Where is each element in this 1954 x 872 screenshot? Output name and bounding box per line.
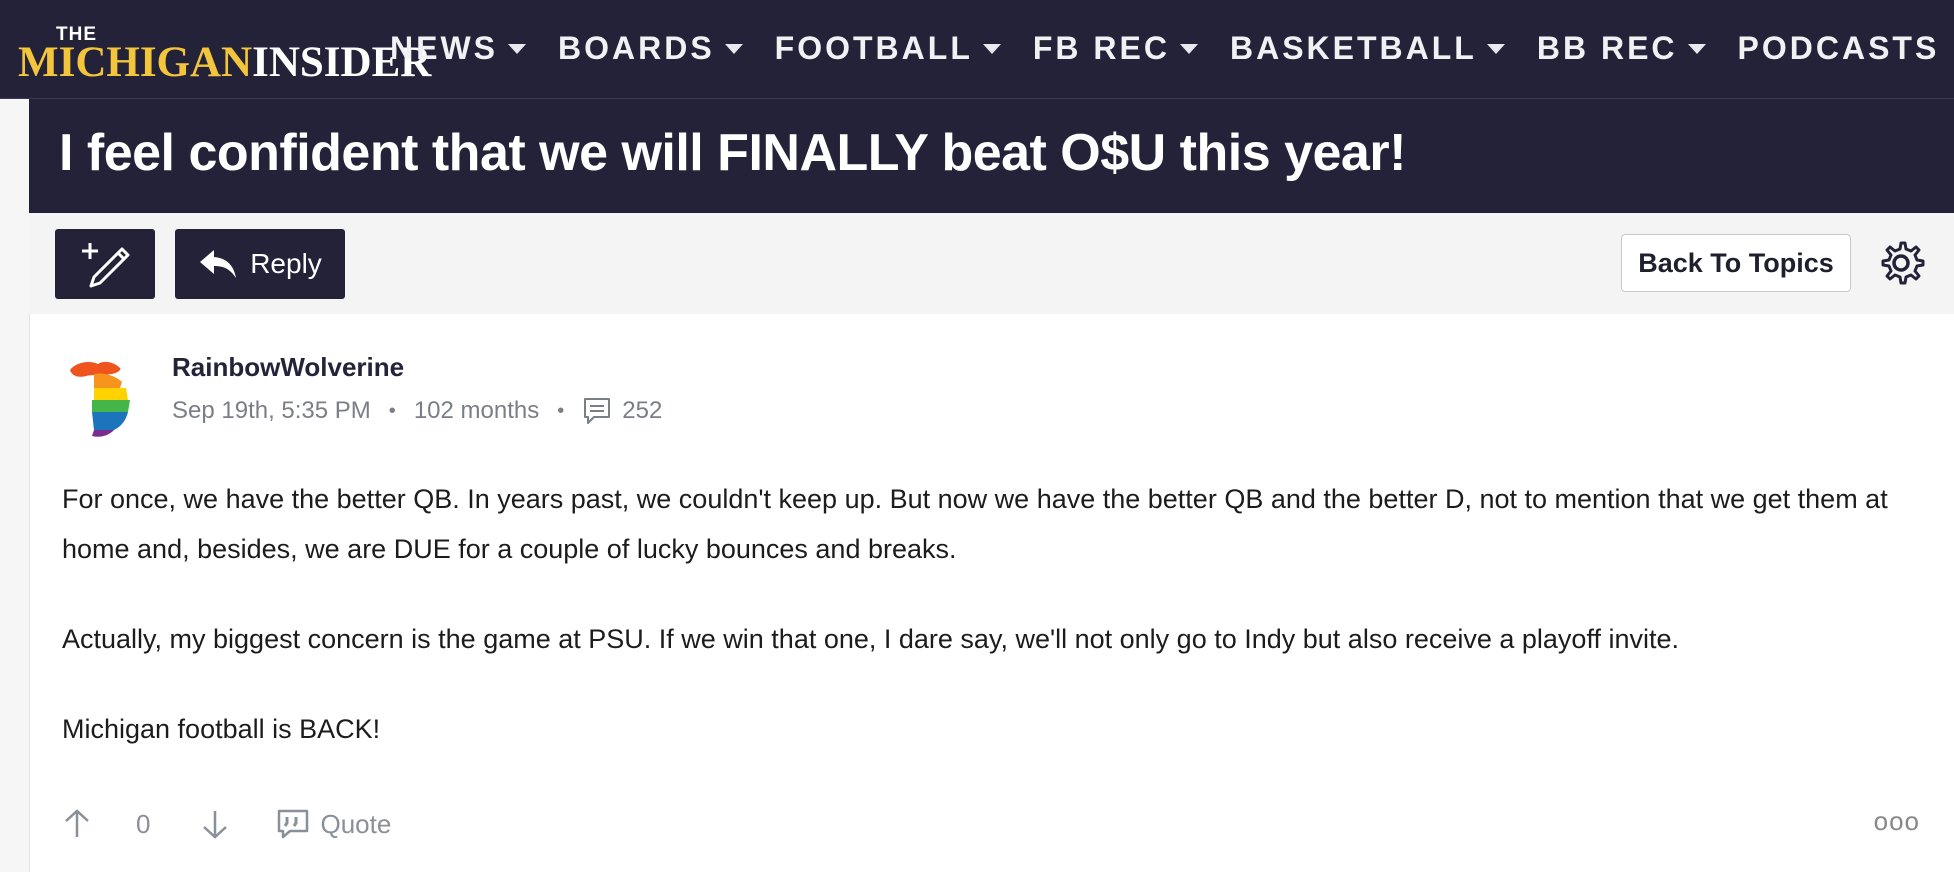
nav-item-football[interactable]: FOOTBALL <box>775 30 1001 67</box>
nav-item-fb-rec[interactable]: FB REC <box>1033 30 1198 67</box>
post-author[interactable]: RainbowWolverine <box>172 352 404 383</box>
site-logo[interactable]: THE MICHIGANINSIDER <box>18 24 431 86</box>
downvote-arrow-icon[interactable] <box>198 807 232 841</box>
comment-icon <box>584 398 611 424</box>
chevron-down-icon <box>724 44 743 54</box>
gear-icon[interactable] <box>1877 239 1925 287</box>
post-more-options-button[interactable]: ooo <box>1874 806 1920 837</box>
top-navigation: THE MICHIGANINSIDER NEWS BOARDS FOOTBALL… <box>0 0 1954 99</box>
post-paragraph: Actually, my biggest concern is the game… <box>62 624 1679 654</box>
member-tenure: 102 months <box>413 397 540 424</box>
post-body: For once, we have the better QB. In year… <box>62 474 1942 794</box>
upvote-arrow-icon[interactable] <box>60 807 94 841</box>
quote-button[interactable]: Quote <box>276 807 391 841</box>
new-topic-button[interactable] <box>55 229 155 299</box>
nav-item-podcasts[interactable]: PODCASTS <box>1738 30 1940 67</box>
chevron-down-icon <box>508 44 526 54</box>
topic-toolbar: Reply Back To Topics <box>29 213 1954 315</box>
back-to-topics-button[interactable]: Back To Topics <box>1621 234 1851 292</box>
post-count: 252 <box>622 397 663 424</box>
quote-icon <box>278 809 309 839</box>
post-card: RainbowWolverine Sep 19th, 5:35 PM • 102… <box>29 314 1954 872</box>
nav-item-basketball[interactable]: BASKETBALL <box>1230 30 1505 67</box>
post-actions: 0 Quote ooo <box>60 794 1940 854</box>
post-date: Sep 19th, 5:35 PM <box>172 397 371 424</box>
topic-title: I feel confident that we will FINALLY be… <box>59 124 1406 182</box>
vote-count: 0 <box>136 808 151 839</box>
chevron-down-icon <box>1179 44 1198 54</box>
post-paragraph: Michigan football is BACK! <box>62 714 381 744</box>
reply-arrow-icon <box>200 250 237 278</box>
chevron-down-icon <box>1486 44 1505 54</box>
main-nav: NEWS BOARDS FOOTBALL FB REC BASKETBALL B… <box>390 0 1954 96</box>
avatar[interactable] <box>64 350 160 446</box>
quote-label: Quote <box>320 808 392 839</box>
post-meta: Sep 19th, 5:35 PM • 102 months • 252 <box>172 397 663 424</box>
chevron-down-icon <box>1687 44 1706 54</box>
logo-michigan-text: MICHIGAN <box>18 39 253 86</box>
post-paragraph: For once, we have the better QB. In year… <box>62 484 1888 564</box>
reply-button[interactable]: Reply <box>175 229 345 299</box>
pencil-plus-icon <box>82 243 130 288</box>
nav-item-news[interactable]: NEWS <box>390 30 526 67</box>
topic-header: I feel confident that we will FINALLY be… <box>29 99 1954 213</box>
reply-label: Reply <box>250 248 322 279</box>
nav-item-bb-rec[interactable]: BB REC <box>1537 30 1706 67</box>
nav-item-boards[interactable]: BOARDS <box>558 30 743 67</box>
chevron-down-icon <box>982 44 1001 54</box>
